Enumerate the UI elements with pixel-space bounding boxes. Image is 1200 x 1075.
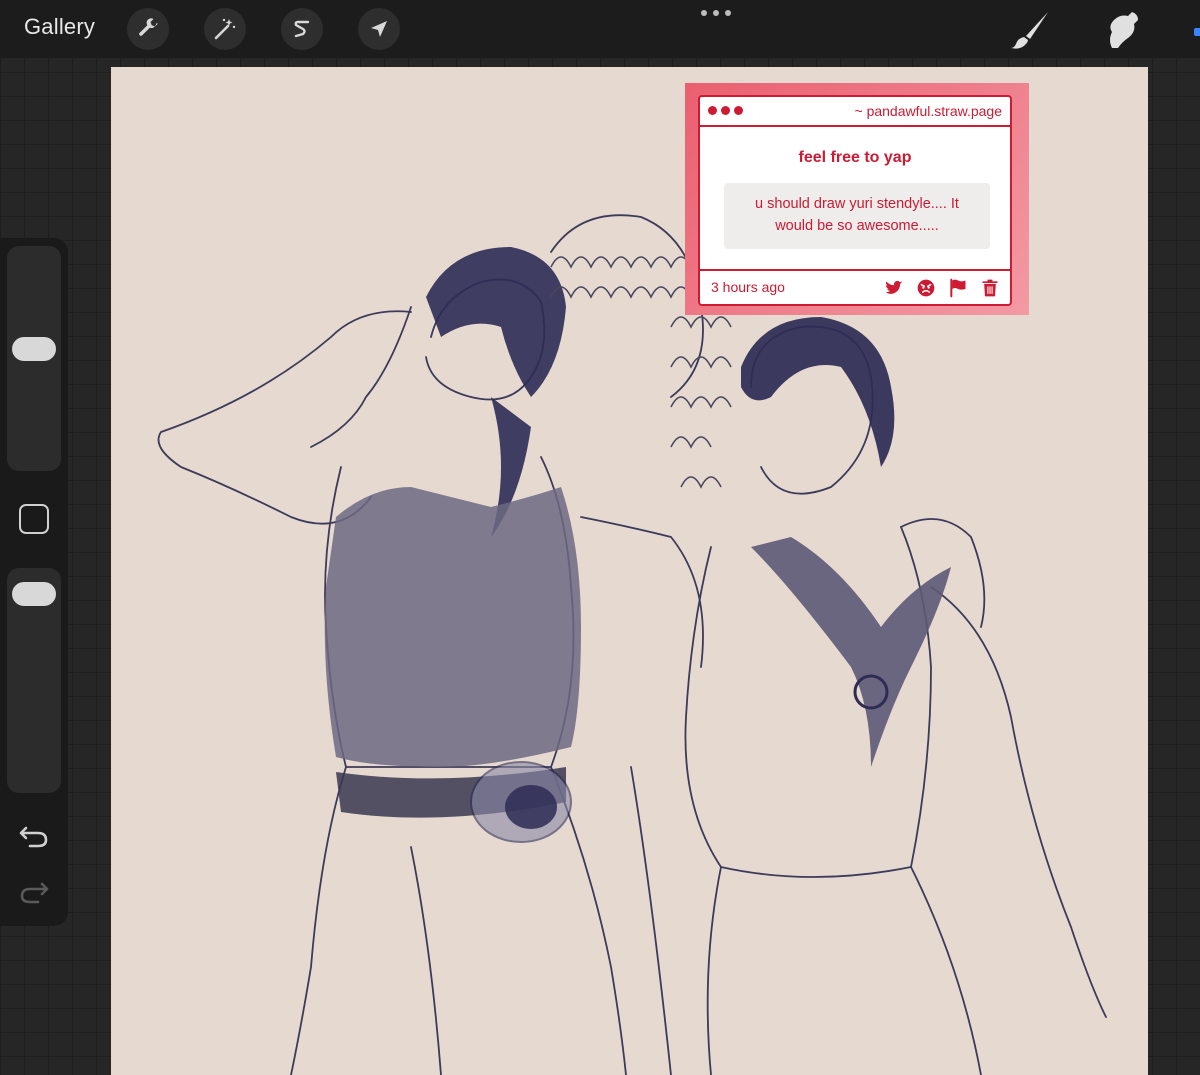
color-swatch-edge[interactable] [1194,28,1200,36]
selection-s-icon [294,20,310,38]
brush-size-thumb[interactable] [12,336,56,361]
dot-icon [701,10,707,16]
ask-window-header: ~ pandawful.straw.page [700,97,1010,127]
ask-message: u should draw yuri stendyle.... It would… [724,183,990,249]
ask-window: ~ pandawful.straw.page feel free to yap … [698,95,1012,306]
trash-icon[interactable] [980,278,1000,298]
more-options-button[interactable] [701,6,731,20]
adjustments-button[interactable] [204,8,246,50]
undo-icon [19,826,48,848]
ask-title: feel free to yap [798,149,912,166]
transform-button[interactable] [358,8,400,50]
square-icon[interactable] [19,504,49,534]
paint-button[interactable] [1008,8,1052,52]
selection-button[interactable] [281,8,323,50]
smudge-button[interactable] [1100,8,1144,52]
ask-actions [884,278,1000,298]
redo-icon [20,882,49,904]
ask-domain[interactable]: ~ pandawful.straw.page [855,103,1003,119]
undo-button[interactable] [18,822,50,850]
wrench-icon [139,18,158,36]
ask-footer: 3 hours ago [700,269,1010,306]
ask-timestamp: 3 hours ago [711,279,785,295]
smudge-icon [1110,12,1138,48]
dot-icon [725,10,731,16]
brush-size-slider[interactable] [7,246,61,471]
ask-card: ~ pandawful.straw.page feel free to yap … [685,83,1029,315]
gallery-button[interactable]: Gallery [24,14,95,40]
actions-button[interactable] [127,8,169,50]
window-dots [708,106,743,115]
dot-icon [721,106,730,115]
dot-icon [713,10,719,16]
dot-icon [708,106,717,115]
magic-wand-icon [214,18,236,40]
opacity-slider[interactable] [7,568,61,793]
top-toolbar: Gallery [0,0,1200,58]
opacity-thumb[interactable] [12,581,56,606]
twitter-icon[interactable] [884,278,904,298]
brush-icon [1011,12,1048,49]
arrow-cursor-icon [371,21,387,37]
left-sidebar [0,238,68,926]
angry-face-icon[interactable] [916,278,936,298]
dot-icon [734,106,743,115]
flag-icon[interactable] [948,278,968,298]
redo-button[interactable] [18,878,50,906]
